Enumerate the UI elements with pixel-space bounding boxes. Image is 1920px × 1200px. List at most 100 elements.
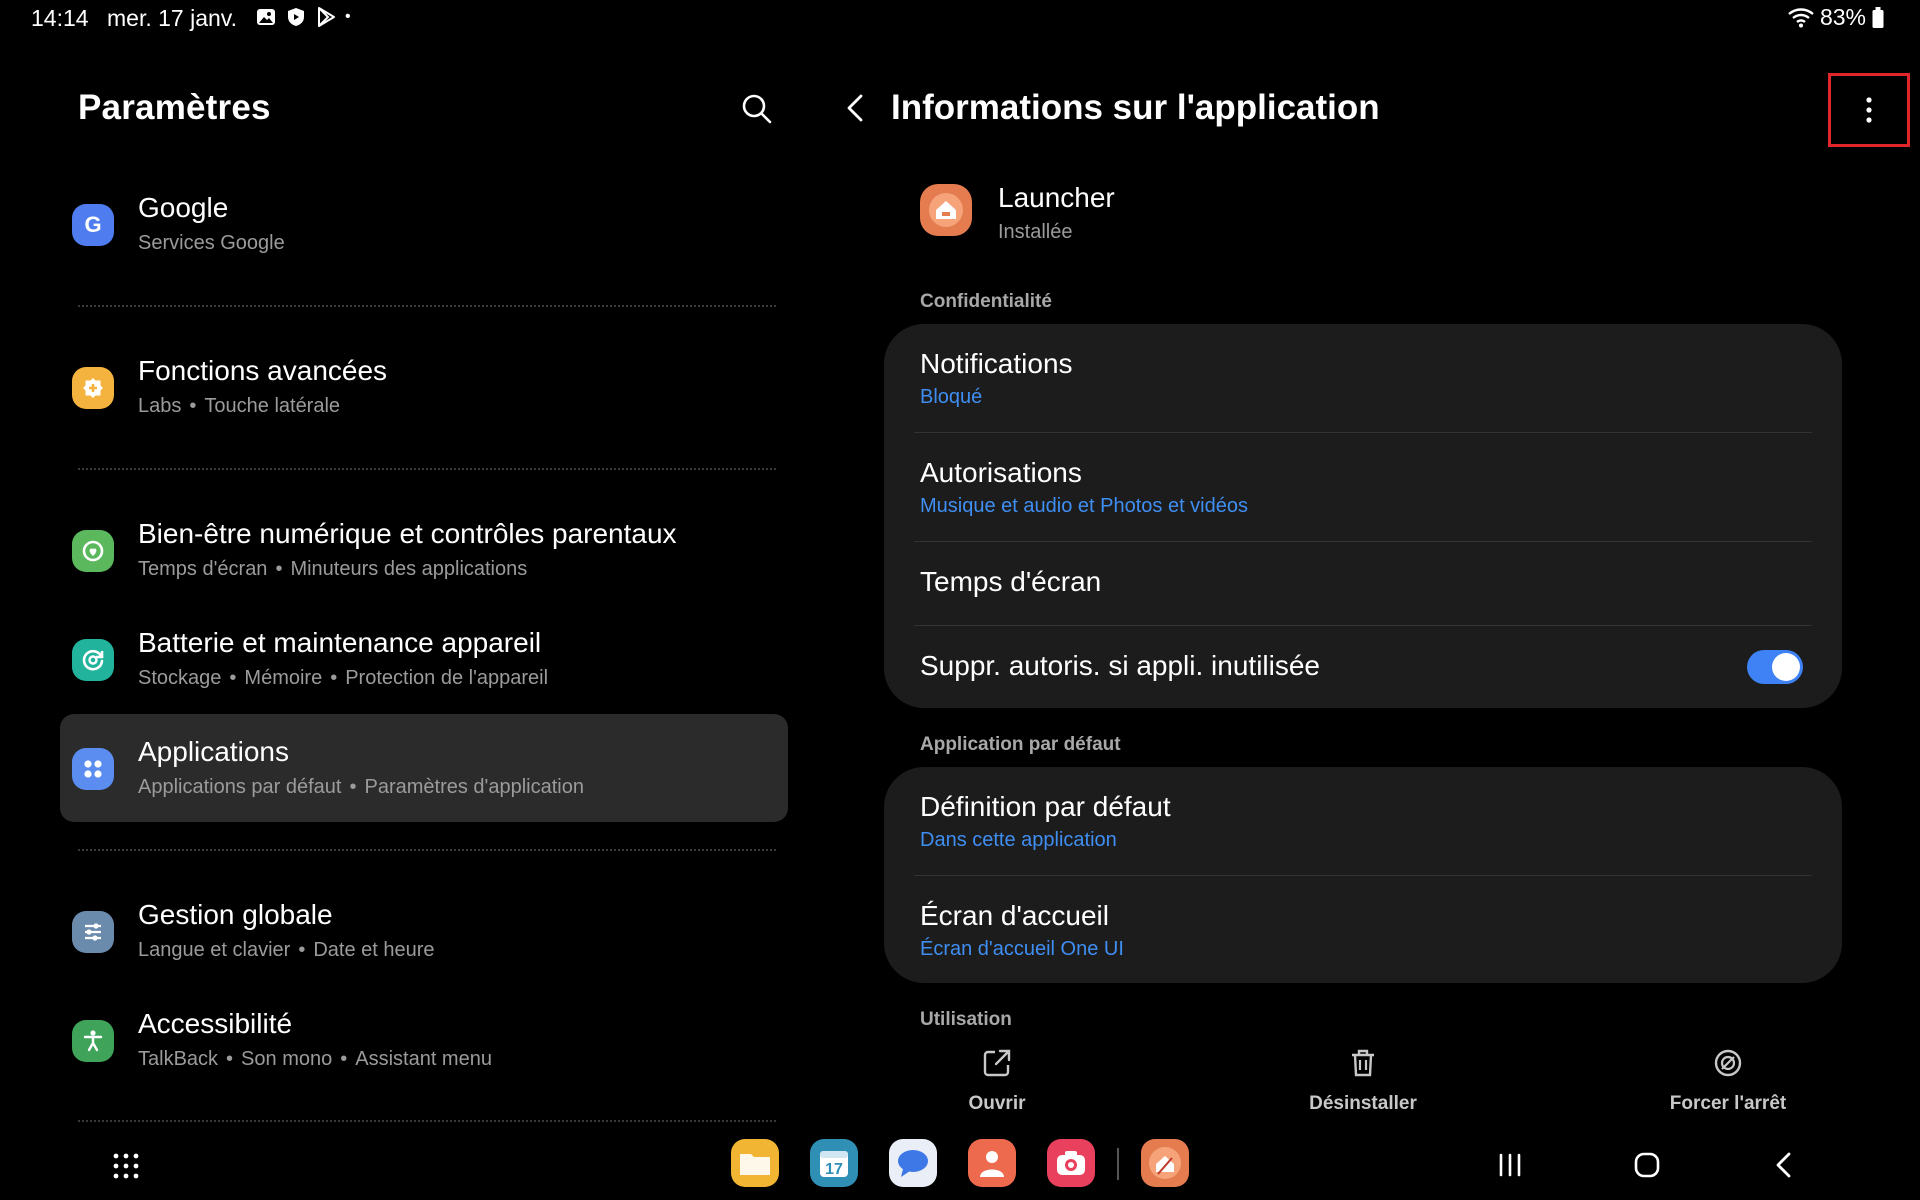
row-title: Définition par défaut [920, 791, 1171, 822]
back-arrow-icon[interactable] [838, 90, 874, 126]
remove-permissions-toggle[interactable] [1747, 650, 1803, 684]
row-remove-permissions-if-unused[interactable]: Suppr. autoris. si appli. inutilisée [920, 626, 1806, 708]
apps-icon [72, 748, 114, 790]
my-files-app-icon[interactable] [731, 1139, 779, 1187]
action-label: Forcer l'arrêt [1669, 1093, 1787, 1114]
general-management-icon [72, 911, 114, 953]
menu-item-sub-part: Applications par défaut [138, 776, 342, 798]
menu-item-sub-part: Temps d'écran [138, 558, 268, 580]
row-title: Suppr. autoris. si appli. inutilisée [920, 650, 1320, 681]
battery-percent: 83% [1819, 4, 1866, 30]
section-label-default-app: Application par défaut [920, 734, 1121, 755]
more-vert-icon [1866, 97, 1872, 123]
search-icon[interactable] [740, 92, 774, 126]
menu-item-title: Accessibilité [138, 1008, 293, 1039]
menu-item-subtitle: Labs • Touche latérale [138, 395, 340, 418]
row-notifications[interactable]: Notifications Bloqué [920, 324, 1806, 432]
menu-item-sub-part: Mémoire [244, 667, 323, 689]
calendar-app-icon[interactable]: 17 [810, 1139, 858, 1187]
settings-item-general-management[interactable]: Gestion globale Langue et clavier • Date e… [60, 877, 788, 985]
settings-item-digital-wellbeing[interactable]: Bien-être numérique et contrôles parenta… [60, 496, 788, 604]
separator-dot: • [340, 1048, 348, 1070]
messages-app-icon[interactable] [889, 1139, 937, 1187]
row-subtitle: Bloqué [920, 386, 983, 408]
digital-wellbeing-icon [72, 530, 114, 572]
notification-icons: • [255, 6, 351, 28]
menu-item-subtitle: Langue et clavier • Date et heure [138, 939, 435, 962]
divider [78, 468, 776, 470]
row-title: Autorisations [920, 457, 1082, 488]
divider [78, 849, 776, 851]
row-title: Écran d'accueil [920, 900, 1109, 931]
menu-item-sub-part: TalkBack [138, 1048, 219, 1070]
more-options-button[interactable] [1828, 73, 1910, 147]
menu-item-subtitle: Temps d'écran • Minuteurs des applications [138, 558, 527, 581]
status-date: mer. 17 janv. [107, 5, 237, 31]
settings-title: Paramètres [78, 88, 271, 127]
open-button[interactable]: Ouvrir [917, 1046, 1077, 1115]
trash-icon [1352, 1049, 1374, 1077]
advanced-features-icon [72, 367, 114, 409]
settings-item-accessibility[interactable]: Accessibilité TalkBack • Son mono • Assistan… [60, 986, 788, 1094]
force-stop-icon [1714, 1049, 1742, 1077]
recent-apps-nav-icon[interactable] [1493, 1148, 1527, 1182]
menu-item-sub-part: Stockage [138, 667, 222, 689]
menu-item-title: Bien-être numérique et contrôles parenta… [138, 518, 677, 549]
play-store-icon [318, 7, 335, 27]
menu-item-sub-part: Services Google [138, 232, 285, 254]
toggle-knob [1772, 653, 1800, 681]
row-subtitle: Dans cette application [920, 829, 1117, 851]
menu-item-sub-part: Son mono [241, 1048, 333, 1070]
app-info-title: Informations sur l'application [891, 88, 1380, 127]
row-title: Notifications [920, 348, 1073, 379]
menu-item-sub-part: Labs [138, 395, 182, 417]
home-nav-icon[interactable] [1630, 1148, 1664, 1182]
separator-dot: • [298, 939, 306, 961]
status-time: 14:14 [31, 5, 89, 31]
divider [78, 1120, 776, 1122]
separator-dot: • [226, 1048, 234, 1070]
menu-item-sub-part: Minuteurs des applications [290, 558, 528, 580]
action-label: Désinstaller [1309, 1093, 1417, 1114]
screen: 14:14 mer. 17 janv. • 83% Paramètres G G… [0, 0, 1920, 1200]
row-permissions[interactable]: Autorisations Musique et audio et Photos… [920, 433, 1806, 541]
section-label-usage: Utilisation [920, 1009, 1012, 1030]
settings-item-google[interactable]: G Google Services Google [60, 170, 788, 278]
launcher-recent-app-icon[interactable] [1141, 1139, 1189, 1187]
separator-dot: • [229, 667, 237, 689]
contacts-app-icon[interactable] [968, 1139, 1016, 1187]
force-stop-button[interactable]: Forcer l'arrêt [1648, 1046, 1808, 1115]
app-drawer-icon[interactable] [110, 1150, 142, 1182]
device-care-icon [72, 639, 114, 681]
svg-text:G: G [84, 212, 101, 237]
menu-item-sub-part: Paramètres d'application [364, 776, 584, 798]
action-label: Ouvrir [968, 1093, 1026, 1114]
separator-dot: • [275, 558, 283, 580]
menu-item-title: Fonctions avancées [138, 355, 388, 386]
menu-item-title: Google [138, 192, 229, 223]
menu-item-sub-part: Assistant menu [355, 1048, 492, 1070]
open-external-icon [983, 1049, 1011, 1077]
uninstall-button[interactable]: Désinstaller [1283, 1046, 1443, 1115]
row-subtitle: Musique et audio et Photos et vidéos [920, 495, 1248, 517]
settings-item-device-care[interactable]: Batterie et maintenance appareil Stockag… [60, 605, 788, 713]
privacy-card: Notifications Bloqué Autorisations Musiq… [884, 324, 1842, 708]
row-subtitle: Écran d'accueil One UI [920, 938, 1124, 960]
menu-item-title: Batterie et maintenance appareil [138, 627, 542, 658]
calendar-day: 17 [825, 1161, 843, 1178]
row-home-screen[interactable]: Écran d'accueil Écran d'accueil One UI [920, 876, 1806, 983]
wifi-icon [1788, 7, 1814, 27]
row-set-as-default[interactable]: Définition par défaut Dans cette applica… [920, 767, 1806, 875]
settings-item-applications[interactable]: Applications Applications par défaut • Par… [60, 714, 788, 822]
camera-app-icon[interactable] [1047, 1139, 1095, 1187]
menu-item-sub-part: Touche latérale [204, 395, 341, 417]
menu-item-subtitle: TalkBack • Son mono • Assistant menu [138, 1048, 492, 1071]
back-nav-icon[interactable] [1768, 1148, 1802, 1182]
settings-item-advanced-features[interactable]: Fonctions avancées Labs • Touche latérale [60, 333, 788, 441]
section-label-privacy: Confidentialité [920, 291, 1052, 312]
gallery-icon [257, 9, 275, 25]
row-screen-time[interactable]: Temps d'écran [920, 542, 1806, 625]
separator-dot: • [349, 776, 357, 798]
more-notifications-dot: • [345, 8, 351, 25]
battery-icon [1872, 6, 1884, 28]
